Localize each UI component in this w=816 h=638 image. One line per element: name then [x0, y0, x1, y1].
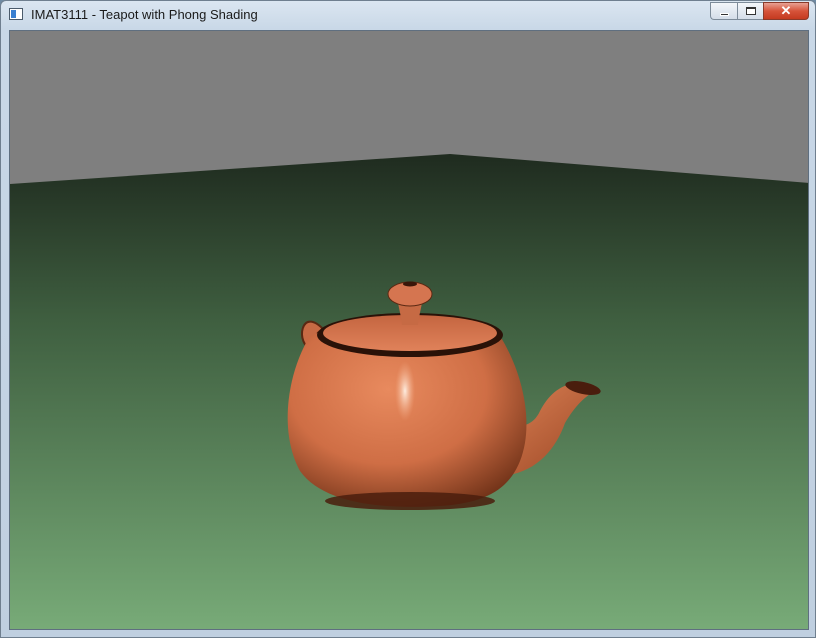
- title-bar[interactable]: IMAT3111 - Teapot with Phong Shading ✕: [1, 1, 815, 30]
- minimize-button[interactable]: [710, 2, 737, 20]
- knob-top: [403, 281, 417, 287]
- window-title: IMAT3111 - Teapot with Phong Shading: [31, 7, 258, 22]
- maximize-icon: [745, 7, 756, 15]
- teapot-base: [325, 492, 495, 510]
- minimize-icon: [719, 12, 729, 16]
- window-controls: ✕: [710, 2, 809, 21]
- close-icon: ✕: [780, 3, 792, 18]
- render-canvas[interactable]: [9, 30, 809, 630]
- specular-highlight: [395, 361, 415, 421]
- app-icon[interactable]: [9, 8, 23, 20]
- close-button[interactable]: ✕: [763, 2, 809, 20]
- app-window: IMAT3111 - Teapot with Phong Shading ✕: [0, 0, 816, 638]
- maximize-button[interactable]: [737, 2, 763, 20]
- scene-view: [10, 31, 808, 629]
